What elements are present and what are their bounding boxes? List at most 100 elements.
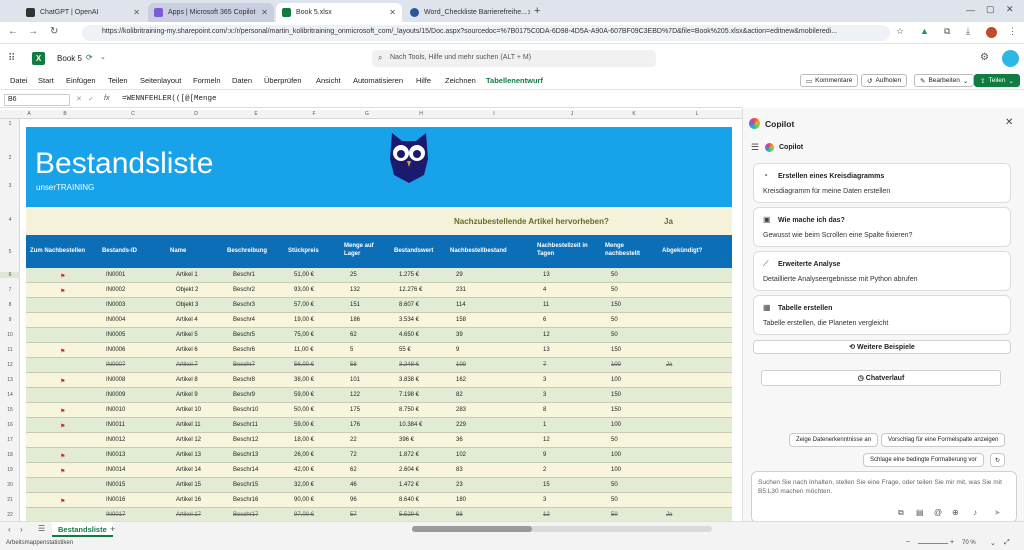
chevron-down-icon[interactable]: ⌄ (100, 53, 106, 61)
table-cell-desc[interactable]: Beschr3 (233, 302, 255, 308)
table-cell-id[interactable]: IN0003 (106, 302, 125, 308)
table-cell-qty[interactable]: 46 (350, 482, 357, 488)
row-header[interactable]: 3 (0, 183, 20, 189)
header-reorder-qty[interactable]: Menge nachbestellt (605, 242, 645, 258)
table-cell-price[interactable]: 19,00 € (294, 317, 314, 323)
workbook-stats[interactable]: Arbeitsmappenstatistiken (6, 540, 73, 546)
confirm-icon[interactable]: ✓ (88, 95, 94, 103)
column-header[interactable]: J (538, 111, 606, 117)
table-cell-reorder[interactable]: 102 (456, 452, 466, 458)
table-cell-desc[interactable]: Beschr11 (233, 422, 258, 428)
edit-mode-button[interactable]: ✎ Bearbeiten ⌄ (914, 74, 975, 87)
table-cell-qty[interactable]: 96 (350, 497, 357, 503)
header-reorder[interactable]: Zum Nachbestellen (30, 247, 85, 255)
suggestion-card-analysis[interactable]: ⟋ Erweiterte Analyse Detaillierte Analys… (753, 251, 1011, 291)
fx-icon[interactable]: fx (104, 95, 109, 102)
zoom-slider[interactable] (918, 543, 948, 544)
table-cell-ordered[interactable]: 150 (611, 392, 621, 398)
table-cell-days[interactable]: 6 (543, 317, 546, 323)
catchup-button[interactable]: ↺ Aufholen (861, 74, 908, 87)
table-cell-reorder[interactable]: 114 (456, 302, 466, 308)
comments-button[interactable]: ▭ Kommentare (800, 74, 859, 87)
row-header[interactable]: 15 (0, 407, 20, 413)
table-cell-value[interactable]: 8.607 € (399, 302, 419, 308)
table-cell-price[interactable]: 59,00 € (294, 422, 314, 428)
row-header[interactable]: 22 (0, 512, 20, 518)
fullscreen-icon[interactable]: ⤢ (1004, 539, 1010, 547)
send-icon[interactable]: ➤ (994, 508, 1001, 517)
table-cell-price[interactable]: 57,00 € (294, 302, 314, 308)
table-cell-id[interactable]: IN0013 (106, 452, 125, 458)
menu-teilen[interactable]: Teilen (108, 76, 128, 85)
table-cell-qty[interactable]: 62 (350, 467, 357, 473)
browser-tab-word[interactable]: Word_Checkliste Barrierefreihe...✕ (404, 3, 530, 22)
close-icon[interactable]: ✕ (133, 8, 140, 17)
table-cell-id[interactable]: IN0014 (106, 467, 125, 473)
table-row[interactable]: ⚑ IN0006 Artikel 6 Beschr6 11,00 € 5 55 € 9 13 15… (26, 343, 732, 358)
table-cell-desc[interactable]: Beschr16 (233, 497, 258, 503)
table-cell-ordered[interactable]: 50 (611, 482, 618, 488)
row-header[interactable]: 16 (0, 422, 20, 428)
table-cell-price[interactable]: 75,00 € (294, 332, 314, 338)
table-cell-qty[interactable]: 176 (350, 422, 360, 428)
reload-icon[interactable]: ↻ (50, 26, 58, 37)
table-row[interactable]: ⚑ IN0001 Artikel 1 Beschr1 51,00 € 25 1.275 € 2… (26, 268, 732, 283)
zoom-level[interactable]: 70 % (962, 540, 976, 546)
table-cell-desc[interactable]: Beschr2 (233, 287, 255, 293)
table-cell-reorder[interactable]: 229 (456, 422, 466, 428)
table-cell-ordered[interactable]: 100 (611, 377, 621, 383)
table-cell-days[interactable]: 8 (543, 407, 546, 413)
row-header[interactable]: 7 (0, 287, 20, 293)
zoom-in-icon[interactable]: + (950, 539, 954, 546)
row-header[interactable]: 4 (0, 217, 20, 223)
menu-ueberpruefen[interactable]: Überprüfen (264, 76, 302, 85)
table-cell-price[interactable]: 56,00 € (294, 362, 314, 368)
bookmark-star-icon[interactable]: ☆ (896, 26, 904, 37)
table-row[interactable]: IN0017 Artikel 17 Beschr17 97,00 € 57 5.529 €… (26, 508, 732, 521)
table-cell-reorder[interactable]: 82 (456, 392, 463, 398)
extensions-icon[interactable]: ⧉ (944, 26, 950, 37)
table-cell-ordered[interactable]: 100 (611, 362, 621, 368)
suggestion-pill-formatting[interactable]: Schlage eine bedingte Formatierung vor (863, 453, 984, 467)
row-header[interactable]: 18 (0, 452, 20, 458)
table-row[interactable]: IN0012 Artikel 12 Beschr12 18,00 € 22 396 € 36… (26, 433, 732, 448)
table-cell-id[interactable]: IN0016 (106, 497, 125, 503)
attach-table-icon[interactable]: ⧉ (898, 508, 904, 518)
row-header[interactable]: 20 (0, 482, 20, 488)
table-cell-ordered[interactable]: 100 (611, 422, 621, 428)
table-cell-value[interactable]: 8.750 € (399, 407, 419, 413)
table-cell-disc[interactable]: Ja (666, 362, 672, 368)
table-cell-value[interactable]: 3.534 € (399, 317, 419, 323)
column-header[interactable]: G (342, 111, 392, 117)
table-cell-qty[interactable]: 25 (350, 272, 357, 278)
table-cell-id[interactable]: IN0005 (106, 332, 125, 338)
hamburger-icon[interactable]: ☰ (751, 142, 759, 153)
column-header[interactable]: B (30, 111, 100, 117)
table-cell-name[interactable]: Artikel 10 (176, 407, 201, 413)
menu-zeichnen[interactable]: Zeichnen (445, 76, 476, 85)
add-sheet-button[interactable]: + (110, 524, 115, 534)
table-cell-ordered[interactable]: 150 (611, 407, 621, 413)
table-cell-reorder[interactable]: 109 (456, 362, 466, 368)
suggestion-card-help[interactable]: ▣ Wie mache ich das? Gewusst wie beim Sc… (753, 207, 1011, 247)
table-cell-id[interactable]: IN0008 (106, 377, 125, 383)
menu-hilfe[interactable]: Hilfe (416, 76, 431, 85)
menu-einfuegen[interactable]: Einfügen (66, 76, 96, 85)
table-cell-days[interactable]: 3 (543, 392, 546, 398)
table-cell-id[interactable]: IN0015 (106, 482, 125, 488)
table-cell-price[interactable]: 42,00 € (294, 467, 314, 473)
close-window-icon[interactable]: ✕ (1006, 4, 1014, 15)
new-tab-button[interactable]: + (534, 5, 540, 17)
table-cell-days[interactable]: 2 (543, 467, 546, 473)
row-header[interactable]: 11 (0, 347, 20, 353)
table-cell-price[interactable]: 93,00 € (294, 287, 314, 293)
table-cell-days[interactable]: 7 (543, 362, 546, 368)
header-name[interactable]: Name (170, 247, 186, 255)
close-icon[interactable]: ✕ (389, 8, 396, 17)
table-cell-value[interactable]: 2.604 € (399, 467, 419, 473)
close-icon[interactable]: ✕ (261, 8, 268, 17)
file-name[interactable]: Book 5 (57, 54, 82, 63)
table-cell-days[interactable]: 1 (543, 422, 546, 428)
name-box[interactable]: B6 (4, 94, 70, 106)
table-cell-ordered[interactable]: 50 (611, 512, 618, 518)
